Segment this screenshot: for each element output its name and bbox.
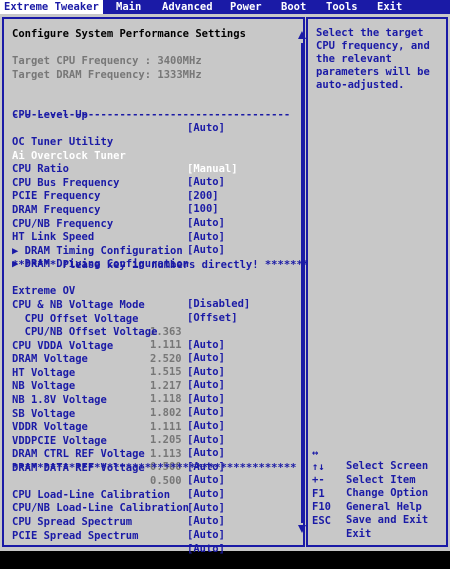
setting-cpu-nb-voltage-mode[interactable]: CPU & NB Voltage Mode [Offset] <box>4 286 294 324</box>
scroll-track[interactable] <box>301 43 303 523</box>
key-hint-select-screen: ↔ Select Screen <box>312 447 429 472</box>
setting-nb-voltage[interactable]: NB Voltage 1.118 [Auto] <box>4 367 294 418</box>
key-hint-general-help: F1 General Help <box>312 488 422 513</box>
target-dram-frequency: Target DRAM Frequency: 1333MHz <box>12 69 202 81</box>
setting-nb-18v-voltage[interactable]: NB 1.8V Voltage 1.802 [Auto] <box>4 381 294 432</box>
key-hint-select-item: ↑↓ Select Item <box>312 461 416 486</box>
key-hint-save-and-exit: F10 Save and Exit <box>312 501 429 526</box>
setting-cpu-bus-frequency[interactable]: CPU Bus Frequency [200] <box>4 164 294 202</box>
setting-cpu-nb-load-line-calibration[interactable]: CPU/NB Load-Line Calibration [Auto] <box>4 489 294 527</box>
setting-dram-ctrl-ref-voltage[interactable]: DRAM CTRL REF Voltage 0.500 [Auto] <box>4 435 294 486</box>
setting-pcie-frequency[interactable]: PCIE Frequency [100] <box>4 177 294 215</box>
menu-main[interactable]: Main <box>112 0 145 14</box>
setting-cpu-nb-frequency[interactable]: CPU/NB Frequency [Auto] <box>4 205 294 243</box>
setting-vddpcie-voltage[interactable]: VDDPCIE Voltage 1.113 [Auto] <box>4 422 294 473</box>
help-panel: Select the target CPU frequency, and the… <box>306 17 448 547</box>
setting-cpu-nb-offset-voltage[interactable]: CPU/NB Offset Voltage 1.111 [Auto] <box>4 313 294 364</box>
setting-cpu-vdda-voltage[interactable]: CPU VDDA Voltage 2.520 [Auto] <box>4 327 294 378</box>
notice-key-in-numbers: ******* Please key in numbers directly! … <box>12 259 310 271</box>
setting-pcie-spread-spectrum[interactable]: PCIE Spread Spectrum [Auto] <box>4 517 294 555</box>
menu-power[interactable]: Power <box>226 0 266 14</box>
setting-cpu-ratio[interactable]: CPU Ratio [Auto] <box>4 150 294 188</box>
help-description: Select the target CPU frequency, and the… <box>316 27 430 91</box>
submenu-dram-driving[interactable]: ▶ DRAM Driving Configuration <box>4 245 294 270</box>
settings-panel: Configure System Performance Settings Ta… <box>2 17 309 555</box>
key-hint-exit: ESC Exit <box>312 515 372 540</box>
setting-vddr-voltage[interactable]: VDDR Voltage 1.205 [Auto] <box>4 408 294 459</box>
section-oc-tuner-utility[interactable]: OC Tuner Utility <box>4 123 294 148</box>
target-cpu-frequency: Target CPU Frequency : 3400MHz <box>12 55 202 67</box>
setting-ai-overclock-tuner[interactable]: Ai Overclock Tuner [Manual] <box>4 137 294 175</box>
setting-dram-voltage[interactable]: DRAM Voltage 1.515 [Auto] <box>4 340 294 391</box>
menu-extreme-tweaker[interactable]: Extreme Tweaker <box>0 0 103 14</box>
scrollbar[interactable] <box>298 31 306 541</box>
separator-stars: ****************************************… <box>12 462 297 474</box>
bios-screen: Extreme Tweaker Main Advanced Power Boot… <box>0 0 450 555</box>
scroll-up-arrow-icon[interactable] <box>298 31 306 39</box>
key-hint-change-option: +- Change Option <box>312 474 429 499</box>
menu-boot[interactable]: Boot <box>277 0 310 14</box>
setting-cpu-level-up[interactable]: CPU Level Up [Auto] <box>4 96 294 134</box>
menu-exit[interactable]: Exit <box>373 0 406 14</box>
setting-cpu-spread-spectrum[interactable]: CPU Spread Spectrum [Auto] <box>4 503 294 541</box>
setting-ht-voltage[interactable]: HT Voltage 1.217 [Auto] <box>4 354 294 405</box>
setting-dram-frequency[interactable]: DRAM Frequency [Auto] <box>4 191 294 229</box>
setting-dram-data-ref-voltage[interactable]: DRAM DATA REF Voltage 0.500 [Auto] <box>4 449 294 500</box>
menu-bar: Extreme Tweaker Main Advanced Power Boot… <box>0 0 450 14</box>
page-title: Configure System Performance Settings <box>12 28 246 40</box>
setting-cpu-offset-voltage[interactable]: CPU Offset Voltage 1.363 [Auto] <box>4 300 294 351</box>
scroll-down-arrow-icon[interactable] <box>298 525 306 533</box>
setting-extreme-ov[interactable]: Extreme OV [Disabled] <box>4 272 294 310</box>
setting-ht-link-speed[interactable]: HT Link Speed [Auto] <box>4 218 294 256</box>
menu-advanced[interactable]: Advanced <box>158 0 217 14</box>
menu-tools[interactable]: Tools <box>322 0 362 14</box>
setting-sb-voltage[interactable]: SB Voltage 1.111 [Auto] <box>4 395 294 446</box>
separator-dashes: ----------------------------------------… <box>12 109 291 121</box>
setting-cpu-load-line-calibration[interactable]: CPU Load-Line Calibration [Auto] <box>4 476 294 514</box>
submenu-dram-timing[interactable]: ▶ DRAM Timing Configuration <box>4 232 294 257</box>
